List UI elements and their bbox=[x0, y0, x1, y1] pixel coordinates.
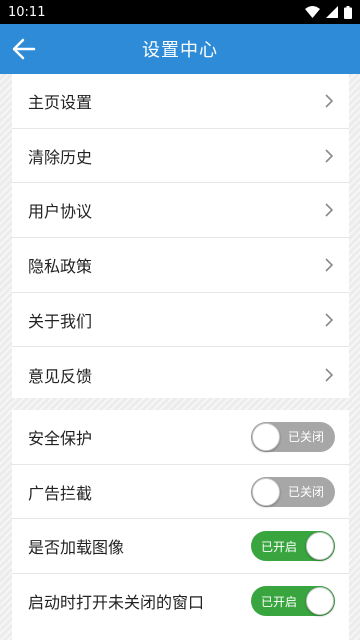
menu-item-label: 清除历史 bbox=[28, 147, 93, 167]
setting-label: 安全保护 bbox=[28, 428, 93, 448]
chevron-right-icon bbox=[323, 148, 335, 164]
menu-item-label: 主页设置 bbox=[28, 92, 93, 112]
security-protection-toggle[interactable]: 已关闭 bbox=[251, 421, 335, 452]
menu-item-label: 关于我们 bbox=[28, 311, 93, 331]
toggle-knob bbox=[306, 587, 334, 616]
restore-windows-toggle[interactable]: 已开启 bbox=[251, 586, 335, 617]
status-bar: 10:11 bbox=[0, 0, 360, 24]
menu-item-label: 隐私政策 bbox=[28, 256, 93, 276]
arrow-left-icon bbox=[12, 38, 36, 60]
page-title: 设置中心 bbox=[142, 40, 218, 61]
app-bar: 设置中心 bbox=[0, 24, 360, 74]
status-icons bbox=[305, 5, 352, 19]
signal-icon bbox=[326, 6, 338, 18]
menu-item-feedback[interactable]: 意见反馈 bbox=[12, 347, 349, 402]
menu-item-label: 用户协议 bbox=[28, 202, 93, 222]
menu-item-clear-history[interactable]: 清除历史 bbox=[12, 129, 349, 184]
setting-security-protection: 安全保护 已关闭 bbox=[12, 410, 349, 465]
battery-icon bbox=[344, 5, 352, 19]
menu-item-privacy-policy[interactable]: 隐私政策 bbox=[12, 238, 349, 293]
setting-label: 广告拦截 bbox=[28, 483, 93, 503]
settings-content: 主页设置 清除历史 用户协议 隐私政策 关于我们 意见反馈 安全保护 已关闭 广… bbox=[0, 74, 360, 640]
setting-ad-blocking: 广告拦截 已关闭 bbox=[12, 465, 349, 520]
wifi-icon bbox=[305, 6, 320, 18]
toggle-knob bbox=[252, 422, 280, 451]
menu-item-home-settings[interactable]: 主页设置 bbox=[12, 74, 349, 129]
toggle-state-text: 已关闭 bbox=[287, 430, 324, 445]
menu-card: 主页设置 清除历史 用户协议 隐私政策 关于我们 意见反馈 bbox=[12, 74, 349, 398]
ad-blocking-toggle[interactable]: 已关闭 bbox=[251, 476, 335, 507]
toggle-state-text: 已开启 bbox=[261, 594, 298, 609]
toggle-state-text: 已开启 bbox=[261, 539, 298, 554]
chevron-right-icon bbox=[323, 312, 335, 328]
load-images-toggle[interactable]: 已开启 bbox=[251, 531, 335, 562]
toggle-knob bbox=[306, 532, 334, 561]
menu-item-user-agreement[interactable]: 用户协议 bbox=[12, 183, 349, 239]
menu-item-about-us[interactable]: 关于我们 bbox=[12, 293, 349, 348]
status-time: 10:11 bbox=[8, 4, 46, 20]
setting-label: 启动时打开未关闭的窗口 bbox=[28, 593, 205, 613]
toggle-card: 安全保护 已关闭 广告拦截 已关闭 是否加载图像 已开启 启动时打开未关闭的窗口… bbox=[12, 410, 349, 640]
setting-load-images: 是否加载图像 已开启 bbox=[12, 519, 349, 575]
setting-label: 是否加载图像 bbox=[28, 538, 125, 558]
back-button[interactable] bbox=[10, 35, 38, 63]
menu-item-label: 意见反馈 bbox=[28, 366, 93, 386]
toggle-knob bbox=[252, 477, 280, 506]
chevron-right-icon bbox=[323, 93, 335, 109]
chevron-right-icon bbox=[323, 257, 335, 273]
setting-restore-windows: 启动时打开未关闭的窗口 已开启 bbox=[12, 574, 349, 629]
chevron-right-icon bbox=[323, 202, 335, 218]
chevron-right-icon bbox=[323, 367, 335, 383]
toggle-state-text: 已关闭 bbox=[287, 485, 324, 500]
